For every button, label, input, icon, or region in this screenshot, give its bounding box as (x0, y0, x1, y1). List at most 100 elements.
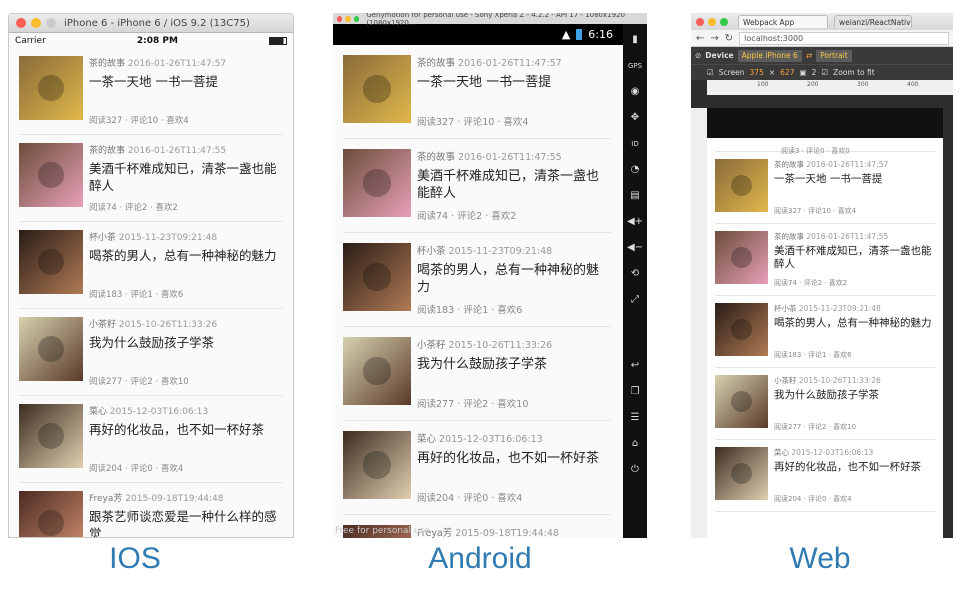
article-title[interactable]: 喝茶的男人，总有一种神秘的魅力 (89, 247, 283, 264)
rotate-icon[interactable]: ⇄ (806, 51, 812, 60)
author-name[interactable]: 菜心 (774, 448, 789, 457)
height-input[interactable]: 627 (780, 68, 794, 77)
list-item[interactable]: 菜心 2015-12-03T16:06:13 再好的化妆品，也不如一杯好茶 阅读20… (19, 396, 283, 483)
author-name[interactable]: 茶的故事 (417, 58, 455, 69)
volume-down-icon[interactable]: ◀− (627, 238, 643, 258)
article-title[interactable]: 我为什么鼓励孩子学茶 (89, 334, 283, 351)
recent-icon[interactable]: ❐ (631, 382, 640, 402)
ios-time: 2:08 PM (136, 35, 178, 46)
author-name[interactable]: 茶的故事 (774, 160, 804, 169)
list-item[interactable]: 茶的故事 2016-01-26T11:47:57 一茶一天地 一书一菩提 阅读327… (343, 45, 611, 139)
article-title[interactable]: 喝茶的男人，总有一种神秘的魅力 (774, 317, 935, 330)
list-item[interactable]: 小茶籽 2015-10-26T11:33:26 我为什么鼓励孩子学茶 阅读277 ·… (343, 327, 611, 421)
sms-icon[interactable]: ▤ (630, 186, 639, 206)
author-name[interactable]: 杯小茶 (417, 246, 446, 257)
close-icon[interactable] (337, 15, 343, 22)
close-icon[interactable] (16, 18, 26, 28)
list-item[interactable]: 菜心 2015-12-03T16:06:13 再好的化妆品，也不如一杯好茶 阅读20… (715, 440, 935, 512)
android-titlebar: Genymotion for personal use - Sony Xperi… (333, 13, 647, 27)
author-name[interactable]: 小茶籽 (774, 376, 797, 385)
web-feed-list[interactable]: 茶的故事 2016-01-26T11:47:57 一茶一天地 一书一菩提 阅读327… (707, 152, 943, 512)
list-item[interactable]: 菜心 2015-12-03T16:06:13 再好的化妆品，也不如一杯好茶 阅读20… (343, 421, 611, 515)
zoom-icon[interactable] (720, 17, 728, 26)
device-mode-icon[interactable]: ⊘ (695, 51, 701, 60)
power-icon[interactable]: ⏻ (631, 460, 639, 480)
dpr-input[interactable]: 2 (812, 68, 817, 77)
list-item[interactable]: 茶的故事 2016-01-26T11:47:57 一茶一天地 一书一菩提 阅读327… (19, 48, 283, 135)
camera-icon[interactable]: ◉ (631, 82, 640, 102)
list-item[interactable]: 茶的故事 2016-01-26T11:47:57 一茶一天地 一书一菩提 阅读327… (715, 152, 935, 224)
author-name[interactable]: 小茶籽 (89, 320, 116, 330)
author-name[interactable]: Freya芳 (89, 494, 122, 504)
url-input[interactable]: localhost:3000 (739, 31, 949, 45)
author-name[interactable]: 菜心 (417, 434, 436, 445)
list-item[interactable]: 小茶籽 2015-10-26T11:33:26 我为什么鼓励孩子学茶 阅读277 ·… (715, 368, 935, 440)
minimize-icon[interactable] (708, 17, 716, 26)
list-item[interactable]: 杯小茶 2015-11-23T09:21:48 喝茶的男人，总有一种神秘的魅力 阅读… (715, 296, 935, 368)
author-name[interactable]: 茶的故事 (89, 146, 125, 156)
list-item[interactable]: Freya芳 2015-09-18T19:44:48 跟茶艺师谈恋爱是一种什么样的… (19, 483, 283, 537)
rss-icon[interactable]: ◔ (631, 160, 640, 180)
article-title[interactable]: 我为什么鼓励孩子学茶 (417, 356, 611, 373)
reload-icon[interactable]: ↻ (725, 33, 733, 44)
author-name[interactable]: 茶的故事 (417, 152, 455, 163)
gps-icon[interactable]: GPS (628, 56, 642, 76)
zoom-checkbox[interactable]: ☑ (821, 68, 828, 77)
list-item[interactable]: 杯小茶 2015-11-23T09:21:48 喝茶的男人，总有一种神秘的魅力 阅读… (19, 222, 283, 309)
article-title[interactable]: 跟茶艺师谈恋爱是一种什么样的感觉 (89, 508, 283, 537)
battery-icon[interactable]: ▮ (632, 30, 638, 50)
home-icon[interactable]: ⌂ (632, 434, 638, 454)
list-item[interactable]: 茶的故事 2016-01-26T11:47:55 美酒千杯难成知已，清茶一盏也能醉… (343, 139, 611, 233)
article-title[interactable]: 再好的化妆品，也不如一杯好茶 (774, 461, 935, 474)
article-thumbnail (19, 143, 83, 207)
minimize-icon[interactable] (345, 15, 351, 22)
screen-checkbox[interactable]: ☑ (707, 68, 714, 77)
move-icon[interactable]: ✥ (631, 108, 639, 128)
article-title[interactable]: 一茶一天地 一书一菩提 (89, 73, 283, 90)
forward-icon[interactable]: → (710, 33, 718, 44)
author-name[interactable]: 小茶籽 (417, 340, 446, 351)
article-title[interactable]: 一茶一天地 一书一菩提 (417, 74, 611, 91)
author-name[interactable]: 茶的故事 (774, 232, 804, 241)
battery-icon (268, 36, 287, 45)
minimize-icon[interactable] (31, 18, 41, 28)
article-title[interactable]: 再好的化妆品，也不如一杯好茶 (417, 450, 611, 467)
volume-up-icon[interactable]: ◀+ (627, 212, 643, 232)
list-item[interactable]: 茶的故事 2016-01-26T11:47:55 美酒千杯难成知已，清茶一盏也能醉… (19, 135, 283, 222)
tab-github[interactable]: weianzi/ReactNativeWe (834, 15, 912, 28)
article-title[interactable]: 美酒千杯难成知已，清茶一盏也能醉人 (89, 160, 283, 194)
width-input[interactable]: 375 (750, 68, 764, 77)
id-icon[interactable]: ID (631, 134, 638, 154)
article-title[interactable]: 我为什么鼓励孩子学茶 (774, 389, 935, 402)
article-thumbnail (715, 231, 768, 284)
author-name[interactable]: 杯小茶 (89, 233, 116, 243)
close-icon[interactable] (696, 17, 704, 26)
timestamp: 2015-11-23T09:21:48 (448, 246, 553, 257)
android-feed-list[interactable]: 茶的故事 2016-01-26T11:47:57 一茶一天地 一书一菩提 阅读327… (343, 45, 611, 538)
device-select[interactable]: Apple iPhone 6 (737, 49, 802, 62)
list-item[interactable]: 阅读3 · 评论0 · 喜欢0 (715, 138, 935, 155)
author-name[interactable]: 菜心 (89, 407, 107, 417)
orientation-select[interactable]: Portrait (816, 49, 852, 62)
list-item[interactable]: 小茶籽 2015-10-26T11:33:26 我为什么鼓励孩子学茶 阅读277 ·… (19, 309, 283, 396)
back-icon[interactable]: ← (696, 33, 704, 44)
author-name[interactable]: 茶的故事 (89, 59, 125, 69)
article-thumbnail (343, 431, 411, 499)
zoom-icon[interactable] (46, 18, 56, 28)
article-title[interactable]: 一茶一天地 一书一菩提 (774, 173, 935, 186)
author-name[interactable]: 杯小茶 (774, 304, 797, 313)
article-title[interactable]: 美酒千杯难成知已，清茶一盏也能醉人 (417, 168, 611, 202)
rotate-icon[interactable]: ⟲ (631, 264, 639, 284)
article-title[interactable]: 美酒千杯难成知已，清茶一盏也能醉人 (774, 245, 935, 271)
list-item[interactable]: 茶的故事 2016-01-26T11:47:55 美酒千杯难成知已，清茶一盏也能醉… (715, 224, 935, 296)
tab-webpack-app[interactable]: Webpack App (738, 15, 828, 28)
article-title[interactable]: 喝茶的男人，总有一种神秘的魅力 (417, 262, 611, 296)
fullscreen-icon[interactable]: ⤢ (631, 290, 639, 310)
list-item[interactable]: 杯小茶 2015-11-23T09:21:48 喝茶的男人，总有一种神秘的魅力 阅读… (343, 233, 611, 327)
zoom-icon[interactable] (353, 15, 360, 22)
article-title[interactable]: 再好的化妆品，也不如一杯好茶 (89, 421, 283, 438)
menu-icon[interactable]: ☰ (631, 408, 640, 428)
ios-feed-list[interactable]: 茶的故事 2016-01-26T11:47:57 一茶一天地 一书一菩提 阅读327… (9, 48, 293, 537)
back-icon[interactable]: ↩ (631, 356, 639, 376)
article-thumbnail (715, 303, 768, 356)
